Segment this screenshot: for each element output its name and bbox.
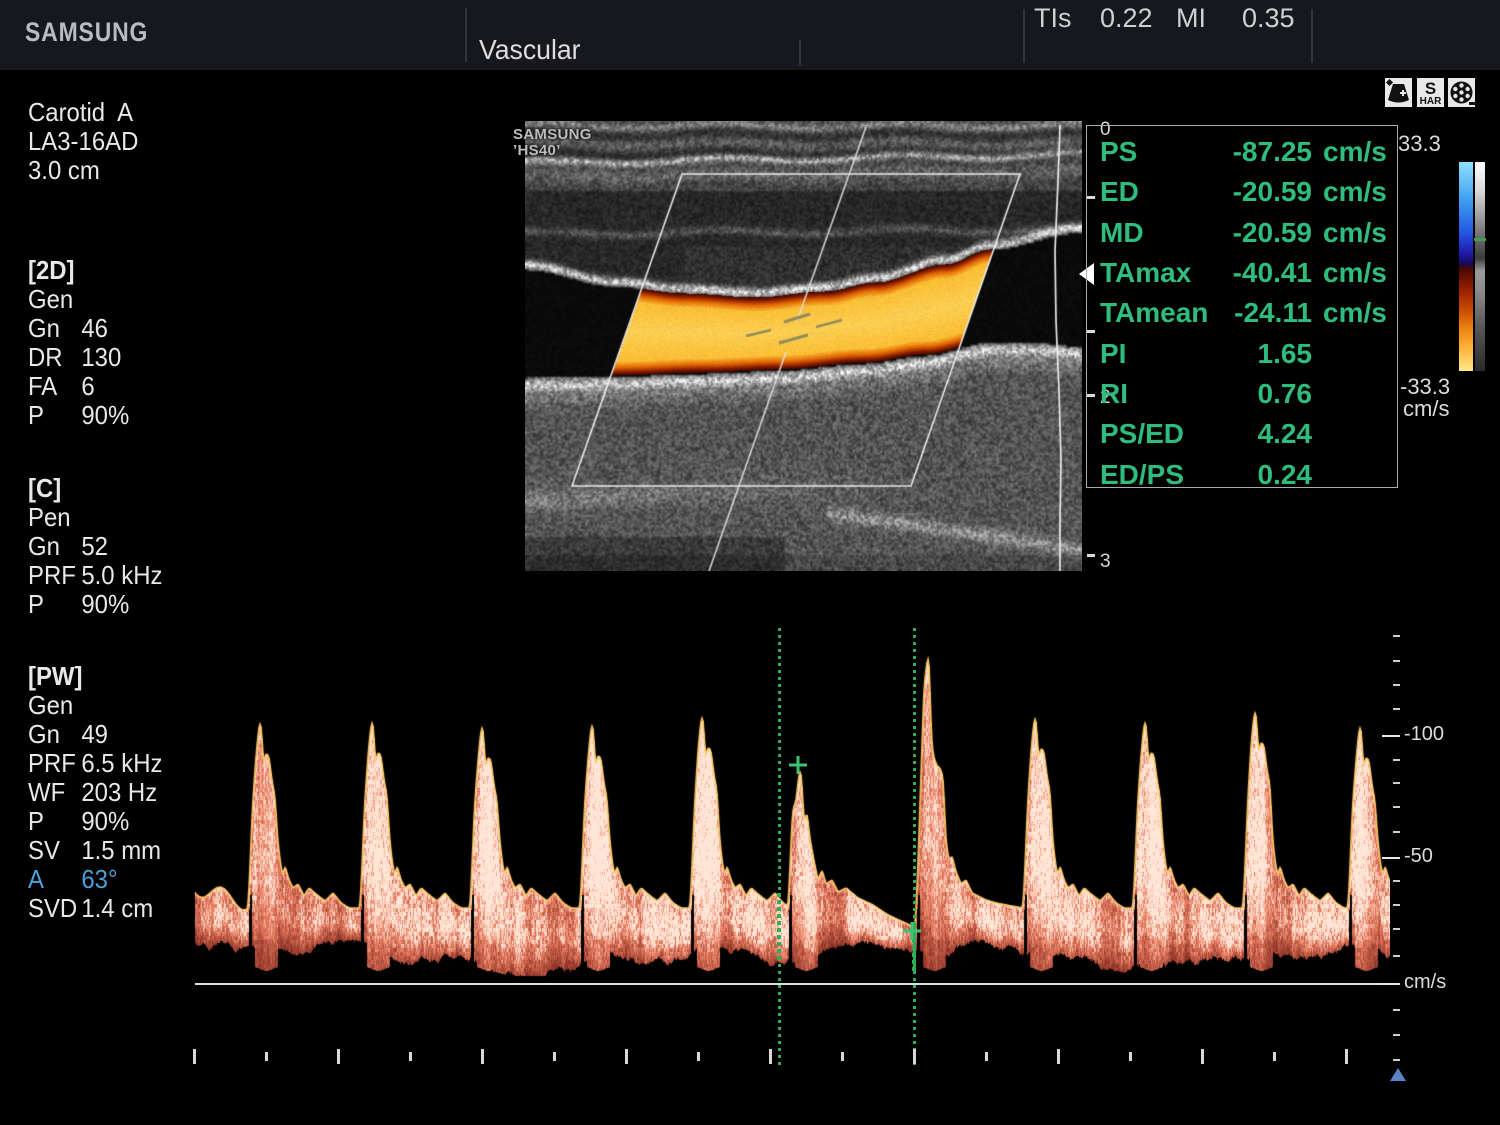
svg-text:HAR: HAR [1420,96,1442,107]
